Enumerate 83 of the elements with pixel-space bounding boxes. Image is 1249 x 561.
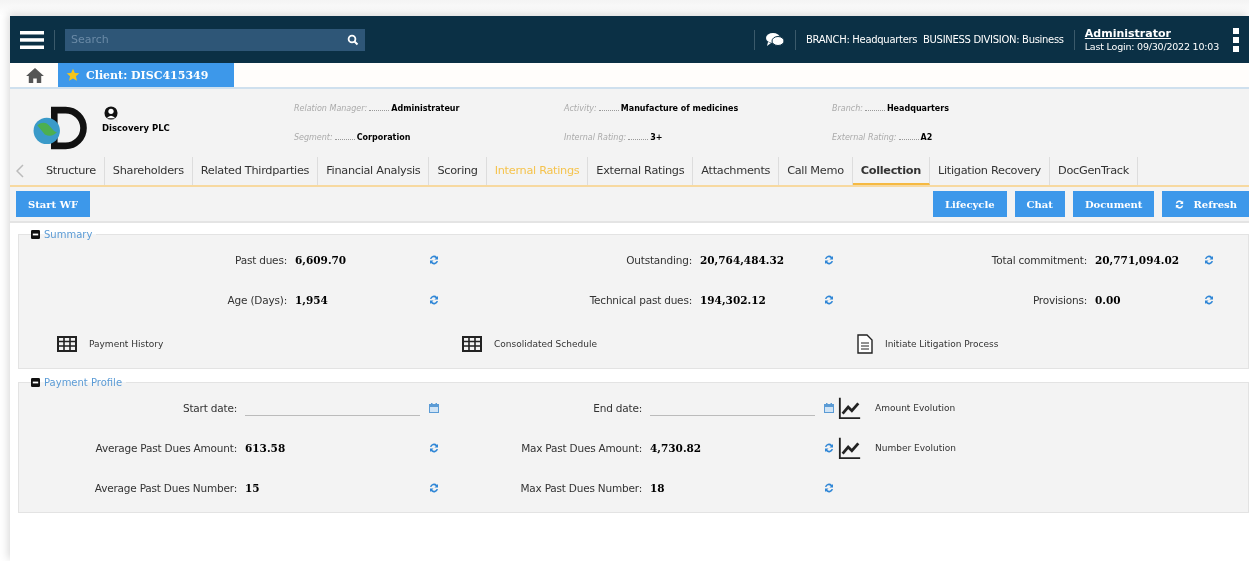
- refresh-icon[interactable]: [823, 482, 835, 494]
- refresh-icon[interactable]: [428, 294, 440, 306]
- refresh-icon[interactable]: [823, 442, 835, 454]
- nav-tab[interactable]: Shareholders: [104, 157, 193, 185]
- metric-value: 613.58: [245, 442, 287, 454]
- nav-tab[interactable]: DocGenTrack: [1050, 157, 1138, 185]
- field-value: 3+: [650, 133, 663, 142]
- calendar-icon[interactable]: [428, 402, 440, 414]
- metric-label: Technical past dues:: [589, 294, 692, 306]
- metric-label: Past dues:: [235, 254, 287, 266]
- field-label: Segment:: [294, 133, 333, 142]
- nav-tab[interactable]: Collection: [852, 157, 930, 185]
- metric-value: 20,771,094.02: [1095, 254, 1181, 266]
- nav-tab[interactable]: Related Thirdparties: [192, 157, 319, 185]
- nav-tab[interactable]: Attachments: [693, 157, 780, 185]
- refresh-icon[interactable]: [1203, 254, 1215, 266]
- action-link[interactable]: Consolidated Schedule: [494, 339, 597, 349]
- document-icon[interactable]: [857, 334, 873, 354]
- refresh-icon[interactable]: [823, 294, 835, 306]
- metric-label: Max Past Dues Number:: [520, 482, 642, 494]
- refresh-icon[interactable]: [823, 254, 835, 266]
- field-value: A2: [920, 133, 933, 142]
- metric-value: 194,302.12: [700, 294, 767, 306]
- refresh-icon[interactable]: [428, 482, 440, 494]
- metric-value: 6,609.70: [295, 254, 348, 266]
- date-label: End date:: [593, 402, 642, 414]
- refresh-icon[interactable]: [428, 254, 440, 266]
- nav-tab[interactable]: Structure: [38, 157, 105, 185]
- line-chart-icon[interactable]: [837, 436, 863, 460]
- context-text: BRANCH: Headquarters BUSINESS DIVISION: Business: [806, 34, 1064, 45]
- nav-tab[interactable]: External Ratings: [588, 157, 694, 185]
- table-icon[interactable]: [462, 336, 482, 352]
- user-icon: [104, 105, 118, 121]
- search-icon[interactable]: [347, 33, 359, 46]
- metric-value: 0.00: [1095, 294, 1122, 306]
- field-label: Activity:: [564, 104, 597, 113]
- line-chart-icon[interactable]: [837, 396, 863, 420]
- refresh-icon[interactable]: [428, 442, 440, 454]
- action-link[interactable]: Initiate Litigation Process: [885, 339, 999, 349]
- metric-label: Average Past Dues Amount:: [95, 442, 237, 454]
- metric-label: Max Past Dues Amount:: [521, 442, 642, 454]
- calendar-icon[interactable]: [823, 402, 835, 414]
- metric-value: 18: [650, 482, 666, 494]
- metric-label: Total commitment:: [991, 254, 1087, 266]
- refresh-icon: [1174, 198, 1186, 210]
- metric-value: 4,730.82: [650, 442, 703, 454]
- home-icon[interactable]: [26, 67, 44, 83]
- field-label: Branch:: [832, 104, 863, 113]
- field-value: Corporation: [356, 133, 411, 142]
- field-value: Headquarters: [886, 104, 949, 113]
- nav-tab[interactable]: Call Memo: [779, 157, 853, 185]
- user-name[interactable]: Administrator: [1084, 27, 1219, 40]
- metric-label: Provisions:: [1032, 294, 1087, 306]
- action-link[interactable]: Payment History: [89, 339, 164, 349]
- star-icon: [66, 68, 80, 82]
- metric-label: Average Past Dues Number:: [94, 482, 237, 494]
- menu-icon[interactable]: [20, 29, 44, 50]
- nav-tab[interactable]: Financial Analysis: [318, 157, 430, 185]
- field-value: Administrateur: [391, 104, 460, 113]
- table-icon[interactable]: [57, 336, 77, 352]
- last-login: Last Login: 09/30/2022 10:03: [1084, 41, 1219, 52]
- field-label: Internal Rating:: [564, 133, 627, 142]
- chat-icon[interactable]: [765, 31, 785, 48]
- nav-tab[interactable]: Scoring: [429, 157, 487, 185]
- metric-label: Outstanding:: [626, 254, 692, 266]
- metric-value: 15: [245, 482, 261, 494]
- metric-value: 1,954: [295, 294, 329, 306]
- nav-tab[interactable]: Litigation Recovery: [930, 157, 1050, 185]
- field-label: External Rating:: [832, 133, 897, 142]
- field-label: Relation Manager:: [294, 104, 368, 113]
- more-icon[interactable]: [1233, 27, 1239, 52]
- chevron-left-icon[interactable]: [16, 164, 24, 178]
- search-field[interactable]: Search: [65, 28, 365, 51]
- collapse-icon[interactable]: [31, 230, 40, 239]
- field-value: Manufacture of medicines: [620, 104, 739, 113]
- chart-link[interactable]: Amount Evolution: [875, 403, 956, 413]
- date-label: Start date:: [183, 402, 237, 414]
- refresh-icon[interactable]: [1203, 294, 1215, 306]
- collapse-icon[interactable]: [31, 378, 40, 387]
- metric-label: Age (Days):: [227, 294, 287, 306]
- chart-link[interactable]: Number Evolution: [875, 443, 956, 453]
- client-name: Discovery PLC: [102, 123, 170, 133]
- metric-value: 20,764,484.32: [700, 254, 786, 266]
